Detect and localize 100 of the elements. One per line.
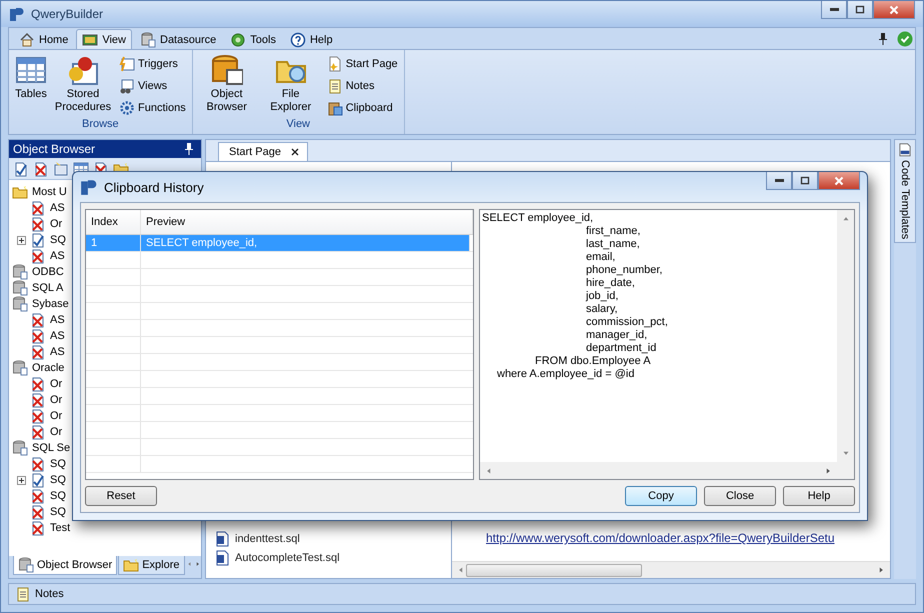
- dialog-title: Clipboard History: [104, 180, 205, 194]
- connection-icon: [30, 232, 46, 248]
- error-icon: [30, 376, 46, 392]
- tree-item[interactable]: AS: [50, 202, 65, 214]
- folder-icon: [123, 557, 140, 573]
- tree-item[interactable]: Test: [50, 522, 70, 534]
- group-label: Browse: [81, 118, 120, 132]
- error-icon: [30, 456, 46, 472]
- ribbon-button[interactable]: Functions: [119, 98, 186, 117]
- dialog-button[interactable]: Copy: [625, 486, 697, 506]
- error-icon: [30, 312, 46, 328]
- error-icon: [30, 408, 46, 424]
- preview-text-area[interactable]: SELECT employee_id, first_name, last_name, email, phone_number, hire_date, job_id, salary, commission_pct, manager_id, department_id FROM dbo.Employee A where A.employee_id = @id: [479, 209, 855, 480]
- tree-item[interactable]: Or: [50, 218, 62, 230]
- clipboard-icon: [326, 100, 343, 116]
- column-header[interactable]: Index: [86, 210, 141, 234]
- document-tab[interactable]: Start Page: [218, 142, 308, 161]
- folder-icon: [12, 184, 28, 200]
- minimize-button[interactable]: [821, 1, 847, 19]
- tree-item[interactable]: Or: [50, 378, 62, 390]
- status-text[interactable]: Notes: [35, 588, 64, 600]
- file-link[interactable]: AutocompleteTest.sql: [214, 550, 451, 566]
- ribbon-tab[interactable]: Tools: [224, 29, 282, 49]
- tree-item[interactable]: AS: [50, 346, 65, 358]
- minimize-button[interactable]: [766, 172, 792, 190]
- note-icon: [326, 78, 343, 94]
- tree-item[interactable]: SQL Se: [32, 442, 70, 454]
- database-icon: [12, 296, 28, 312]
- panel-tab[interactable]: Explore: [118, 556, 184, 575]
- tree-item[interactable]: SQ: [50, 234, 66, 246]
- tree-item[interactable]: SQ: [50, 458, 66, 470]
- column-header[interactable]: Preview: [141, 210, 473, 234]
- maximize-button[interactable]: [847, 1, 873, 19]
- tree-item[interactable]: SQ: [50, 506, 66, 518]
- ribbon-tab[interactable]: Home: [13, 29, 74, 49]
- database-icon: [12, 280, 28, 296]
- tree-item[interactable]: AS: [50, 250, 65, 262]
- tree-item[interactable]: AS: [50, 330, 65, 342]
- app-logo-icon: [9, 6, 25, 22]
- house-icon: [19, 32, 35, 48]
- database-icon: [12, 264, 28, 280]
- download-link[interactable]: http://www.werysoft.com/downloader.aspx?file=QweryBuilderSetu: [452, 531, 890, 561]
- maximize-button[interactable]: [792, 172, 818, 190]
- dialog-button[interactable]: Reset: [85, 486, 157, 506]
- ribbon-button[interactable]: Views: [119, 76, 186, 95]
- tree-item[interactable]: Or: [50, 410, 62, 422]
- dialog-close-button[interactable]: [818, 172, 860, 190]
- close-button[interactable]: [873, 1, 915, 19]
- tree-item[interactable]: Oracle: [32, 362, 64, 374]
- group-label: View: [285, 118, 312, 132]
- database-icon: [12, 440, 28, 456]
- tree-item[interactable]: ODBC: [32, 266, 64, 278]
- file-link[interactable]: indenttest.sql: [214, 531, 451, 547]
- panel-title: Object Browser: [13, 142, 96, 156]
- scroll-thumb[interactable]: [466, 564, 642, 576]
- expand-toggle[interactable]: [17, 236, 26, 244]
- ribbon-button[interactable]: File Explorer: [262, 54, 319, 118]
- tree-item[interactable]: Or: [50, 426, 62, 438]
- ribbon-button[interactable]: Stored Procedures: [55, 54, 111, 118]
- connect-icon: [13, 160, 29, 176]
- script-icon: [214, 550, 230, 566]
- ribbon-button[interactable]: Object Browser: [198, 54, 255, 118]
- ribbon-button[interactable]: Start Page: [326, 54, 398, 73]
- side-tab[interactable]: Code Templates: [894, 139, 916, 243]
- tree-item[interactable]: AS: [50, 314, 65, 326]
- tree-item[interactable]: SQL A: [32, 282, 64, 294]
- ribbon-button[interactable]: Notes: [326, 76, 398, 95]
- minimize-icon: [774, 179, 784, 182]
- error-icon: [30, 392, 46, 408]
- dialog-button[interactable]: Close: [704, 486, 776, 506]
- database-icon: [18, 557, 34, 573]
- panel-tab[interactable]: Object Browser: [13, 556, 118, 575]
- ribbon-tab[interactable]: Help: [284, 29, 339, 49]
- error-icon: [30, 328, 46, 344]
- minimize-icon: [830, 8, 838, 11]
- ribbon-button[interactable]: Triggers: [119, 54, 186, 73]
- error-icon: [30, 424, 46, 440]
- error-icon: [30, 488, 46, 504]
- error-icon: [30, 504, 46, 520]
- ribbon-button[interactable]: Tables: [15, 54, 47, 118]
- error-icon: [30, 200, 46, 216]
- ribbon-tab[interactable]: View: [76, 29, 132, 49]
- tree-item[interactable]: Or: [50, 394, 62, 406]
- tree-item[interactable]: SQ: [50, 474, 66, 486]
- tree-item[interactable]: SQ: [50, 490, 66, 502]
- database-icon: [210, 54, 243, 86]
- tree-item[interactable]: Most U: [32, 186, 67, 198]
- close-icon: [288, 146, 301, 158]
- ribbon-tab[interactable]: Datasource: [134, 29, 222, 49]
- connection-icon: [30, 472, 46, 488]
- error-icon: [30, 520, 46, 536]
- window-title: QweryBuilder: [31, 7, 104, 21]
- tree-item[interactable]: Sybase: [32, 298, 69, 310]
- check-icon: [897, 30, 913, 46]
- dialog-button[interactable]: Help: [783, 486, 855, 506]
- database-icon: [12, 360, 28, 376]
- ribbon-button[interactable]: Clipboard: [326, 98, 398, 117]
- binary-file-icon: [897, 143, 913, 157]
- expand-toggle[interactable]: [17, 476, 26, 484]
- note-icon: [15, 586, 31, 602]
